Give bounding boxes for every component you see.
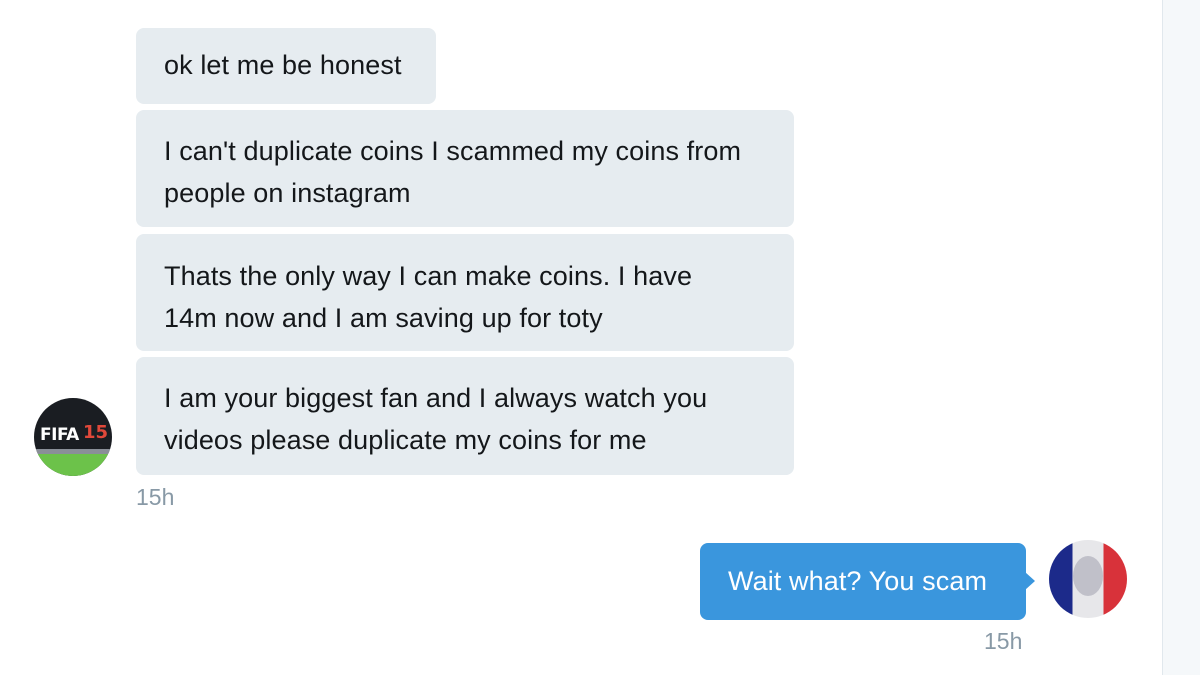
dm-conversation-window: ok let me be honest I can't duplicate co… <box>0 0 1200 675</box>
outgoing-bubble-tail <box>1025 572 1035 590</box>
outgoing-timestamp: 15h <box>984 628 1023 654</box>
message-line: videos please duplicate my coins for me <box>164 425 647 455</box>
outgoing-message: Wait what? You scam <box>700 543 1026 620</box>
message-line: Wait what? You scam <box>728 566 988 596</box>
message-line: I am your biggest fan and I always watch… <box>164 383 708 413</box>
incoming-message: Thats the only way I can make coins. I h… <box>136 234 794 351</box>
incoming-message: I am your biggest fan and I always watch… <box>136 357 794 475</box>
fifa-15-logo-avatar[interactable]: FIFA 15 <box>34 398 112 476</box>
incoming-timestamp: 15h <box>136 484 175 510</box>
message-line: 14m now and I am saving up for toty <box>164 303 603 333</box>
french-flag-avatar[interactable] <box>1049 540 1127 618</box>
avatar-logo-number: 15 <box>83 422 109 443</box>
message-line: ok let me be honest <box>164 50 402 80</box>
incoming-message: ok let me be honest <box>136 28 436 104</box>
message-line: people on instagram <box>164 178 411 208</box>
message-line: Thats the only way I can make coins. I h… <box>164 261 693 291</box>
side-panel-edge <box>1162 0 1200 675</box>
avatar-grass <box>34 454 112 476</box>
message-thread[interactable]: ok let me be honest I can't duplicate co… <box>0 0 1162 675</box>
avatar-face <box>1073 556 1103 596</box>
incoming-message: I can't duplicate coins I scammed my coi… <box>136 110 794 227</box>
avatar-logo-text: FIFA <box>40 425 79 445</box>
message-line: I can't duplicate coins I scammed my coi… <box>164 136 742 166</box>
